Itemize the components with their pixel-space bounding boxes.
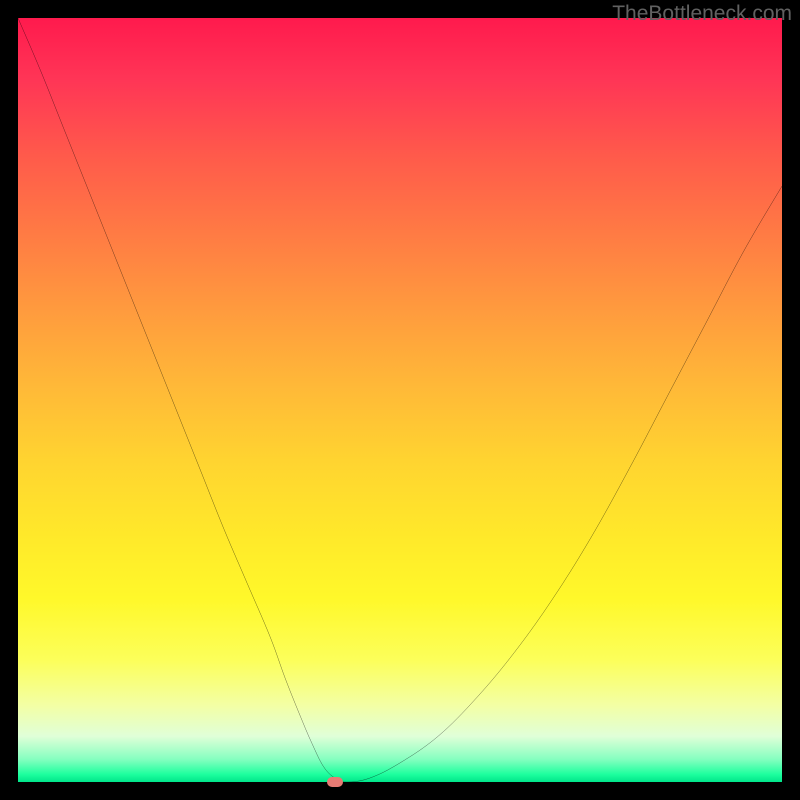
optimal-point-marker — [327, 777, 343, 787]
chart-container: TheBottleneck.com — [0, 0, 800, 800]
bottleneck-curve — [18, 18, 782, 782]
watermark: TheBottleneck.com — [612, 2, 792, 26]
plot-area — [18, 18, 782, 782]
